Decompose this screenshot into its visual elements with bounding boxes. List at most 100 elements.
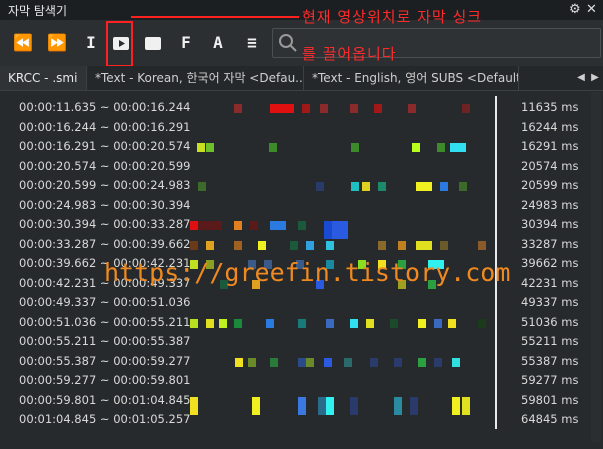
gear-icon[interactable]: ⚙ — [569, 2, 581, 18]
timeline-block — [416, 240, 424, 250]
timeline-block — [234, 221, 242, 230]
row-time[interactable]: 00:00:20.599 ~ 00:00:24.983 — [19, 178, 190, 192]
timeline-block — [350, 104, 358, 113]
timeline-block — [298, 396, 306, 415]
row-time[interactable]: 00:00:59.277 ~ 00:00:59.801 — [19, 373, 190, 387]
row-time[interactable]: 00:00:55.211 ~ 00:00:55.387 — [19, 334, 190, 348]
timeline-block — [408, 104, 416, 113]
a-icon[interactable]: A — [207, 32, 229, 54]
timeline-block — [434, 357, 442, 367]
row-ms: 55387 ms — [521, 353, 579, 368]
timeline-block — [434, 318, 442, 328]
timeline-block — [437, 143, 445, 152]
timeline-block — [351, 143, 359, 152]
row-time[interactable]: 00:00:55.387 ~ 00:00:59.277 — [19, 354, 190, 368]
timeline-block — [462, 396, 470, 415]
timeline-block — [459, 182, 467, 191]
timeline-block — [318, 396, 326, 415]
tab-korean[interactable]: *Text - Korean, 한국어 자막 <Defau... — [87, 66, 304, 90]
tab-english[interactable]: *Text - English, 영어 SUBS <Default> — [304, 66, 519, 90]
timeline-block — [326, 396, 334, 415]
timeline-block — [270, 104, 278, 113]
row-time[interactable]: 00:00:16.291 ~ 00:00:20.574 — [19, 139, 190, 153]
timeline-block — [278, 221, 286, 230]
row-ms: 64845 ms — [521, 412, 579, 426]
search-icon — [279, 34, 297, 52]
timeline-block — [450, 143, 458, 152]
menu-icon[interactable]: ≡ — [241, 32, 263, 54]
timeline-block — [197, 143, 205, 152]
timeline-block — [424, 240, 432, 250]
tab-krcc[interactable]: KRCC - .smi — [0, 66, 87, 90]
fast-forward-icon[interactable]: ⏩ — [46, 32, 68, 54]
row-time[interactable]: 00:00:11.635 ~ 00:00:16.244 — [19, 100, 190, 114]
timeline-block — [286, 104, 294, 113]
timeline-block — [206, 143, 214, 152]
timeline-block — [298, 221, 306, 230]
row-ms: 39662 ms — [521, 256, 579, 270]
timeline-block — [235, 357, 243, 367]
timeline-block — [350, 396, 358, 415]
timeline-block — [458, 143, 466, 152]
row-ms: 42231 ms — [521, 275, 579, 290]
timeline-block — [198, 221, 206, 230]
row-time[interactable]: 00:00:30.394 ~ 00:00:33.287 — [19, 217, 190, 231]
timeline-block — [424, 182, 432, 191]
timeline-block — [370, 357, 378, 367]
row-time[interactable]: 00:00:24.983 ~ 00:00:30.394 — [19, 198, 190, 212]
scrollbar[interactable] — [591, 92, 601, 442]
timeline-block — [344, 357, 352, 367]
timeline-block — [234, 104, 242, 113]
row-time[interactable]: 00:00:51.036 ~ 00:00:55.211 — [19, 315, 190, 329]
row-ms: 51036 ms — [521, 314, 579, 329]
tab-prev-icon[interactable]: ◀ — [574, 66, 588, 90]
tab-next-icon[interactable]: ▶ — [588, 66, 602, 90]
row-ms: 59277 ms — [521, 373, 579, 387]
row-time[interactable]: 00:00:49.337 ~ 00:00:51.036 — [19, 295, 190, 309]
timeline-block — [302, 104, 310, 113]
timeline-block — [234, 318, 242, 328]
row-time[interactable]: 00:00:33.287 ~ 00:00:39.662 — [19, 237, 190, 251]
window-title: 자막 탐색기 — [8, 4, 68, 18]
timeline-block — [206, 221, 214, 230]
timeline-block — [278, 104, 286, 113]
row-time[interactable]: 00:00:59.801 ~ 00:01:04.845 — [19, 393, 190, 407]
timeline-block — [252, 396, 260, 415]
timeline-block — [462, 104, 470, 113]
f-icon[interactable]: F — [175, 32, 197, 54]
timeline-block — [448, 318, 456, 328]
text-cursor-icon[interactable]: I — [80, 32, 102, 54]
timeline-block — [234, 240, 242, 250]
stop-icon[interactable] — [142, 32, 164, 54]
row-time[interactable]: 00:01:04.845 ~ 00:01:05.257 — [19, 412, 190, 426]
timeline-block — [266, 318, 274, 328]
rewind-icon[interactable]: ⏪ — [12, 32, 34, 54]
row-ms: 24983 ms — [521, 197, 579, 212]
row-time[interactable]: 00:00:20.574 ~ 00:00:20.599 — [19, 159, 190, 173]
timeline-block — [248, 357, 256, 367]
timeline-block — [298, 318, 306, 328]
timeline-block — [350, 318, 358, 328]
timeline-block — [320, 104, 328, 113]
timeline-block — [440, 240, 448, 250]
timeline-block — [258, 240, 266, 250]
timeline-block — [219, 318, 227, 328]
timeline-block — [214, 221, 222, 230]
timeline-block — [362, 182, 370, 191]
annotation-text-2: 를 끌어옵니다 — [302, 45, 397, 63]
timeline-block — [270, 221, 278, 230]
row-ms: 49337 ms — [521, 295, 579, 309]
timeline-block — [206, 318, 214, 328]
timeline-block — [326, 318, 334, 328]
row-ms: 55211 ms — [521, 334, 579, 348]
timeline-block — [374, 104, 382, 113]
timeline-block — [366, 318, 374, 328]
timeline-block — [190, 221, 198, 230]
close-icon[interactable]: ✕ — [586, 2, 597, 18]
timeline-block — [452, 396, 460, 415]
row-time[interactable]: 00:00:16.244 ~ 00:00:16.291 — [19, 120, 190, 134]
row-ms: 20599 ms — [521, 178, 579, 192]
timeline-block — [326, 240, 334, 250]
annotation-text-1: 현재 영상위치로 자막 싱크 — [302, 8, 483, 26]
timeline-block — [190, 396, 198, 415]
